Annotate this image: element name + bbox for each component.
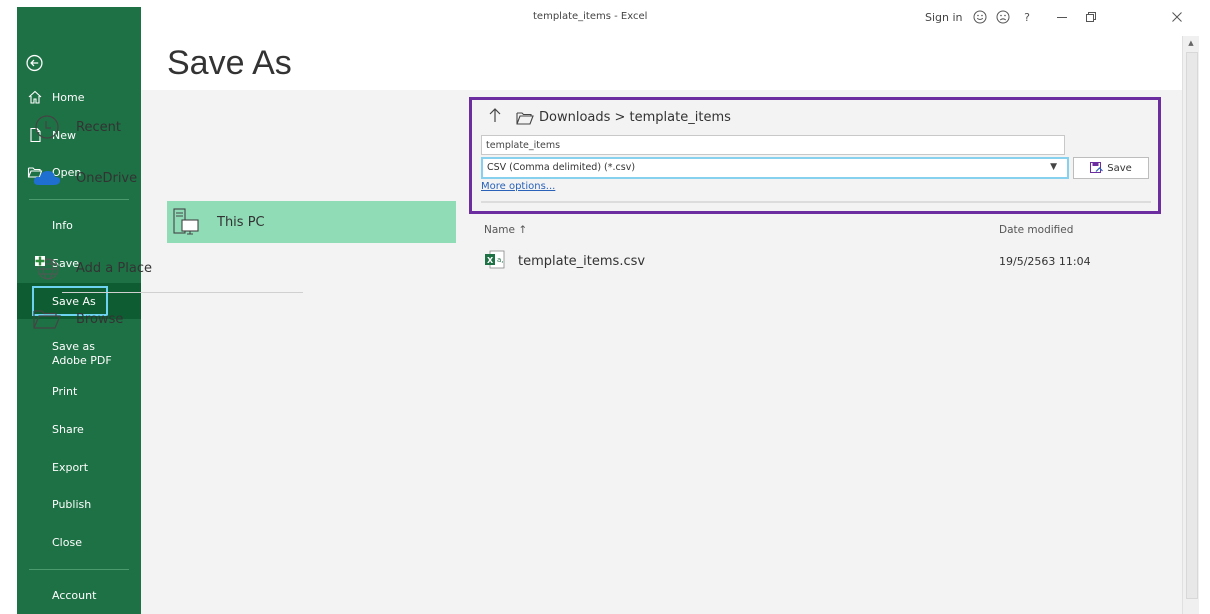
nav-item-label: Share	[52, 422, 84, 436]
scrollbar[interactable]: ▲	[1182, 36, 1199, 614]
home-icon	[28, 90, 42, 104]
save-icon	[1090, 162, 1104, 173]
filetype-select[interactable]: CSV (Comma delimited) (*.csv) ▼	[481, 157, 1069, 179]
place-add-a-place[interactable]: Add a Place	[26, 247, 317, 289]
place-onedrive[interactable]: OneDrive	[26, 157, 317, 199]
folder-icon	[516, 112, 534, 125]
clock-icon	[32, 112, 62, 142]
sign-in-link[interactable]: Sign in	[925, 11, 963, 24]
svg-text:a,: a,	[497, 256, 504, 264]
window-title: template_items - Excel	[533, 11, 648, 22]
scroll-thumb[interactable]	[1186, 52, 1198, 599]
column-header-name[interactable]: Name ↑	[484, 224, 527, 236]
nav-item-label: Print	[52, 384, 78, 398]
nav-item-label: Close	[52, 535, 82, 549]
nav-divider	[29, 569, 129, 570]
place-label: OneDrive	[76, 170, 138, 186]
place-label: This PC	[217, 214, 265, 230]
filename-input[interactable]: template_items	[481, 135, 1065, 155]
cloud-icon	[32, 163, 62, 193]
nav-divider	[29, 199, 129, 200]
smile-feedback-button[interactable]	[968, 7, 992, 27]
restore-icon	[1086, 12, 1096, 22]
smile-icon	[973, 10, 987, 24]
up-folder-button[interactable]	[488, 107, 502, 127]
title-bar: template_items - Excel Sign in ?	[141, 7, 1210, 27]
place-label: Add a Place	[76, 260, 152, 276]
nav-item-share[interactable]: Share	[17, 411, 141, 447]
place-this-pc[interactable]: This PC	[167, 201, 456, 243]
restore-button[interactable]	[1079, 7, 1103, 27]
place-browse[interactable]: Browse	[26, 298, 317, 340]
place-label: Browse	[76, 311, 124, 327]
more-options-link[interactable]: More options...	[481, 181, 555, 192]
breadcrumb[interactable]: Downloads > template_items	[539, 110, 731, 125]
scroll-up-icon[interactable]: ▲	[1183, 36, 1199, 50]
nav-item-print[interactable]: Print	[17, 373, 141, 409]
globe-plus-icon	[32, 253, 62, 283]
save-button-label: Save	[1107, 162, 1132, 174]
chevron-down-icon: ▼	[1050, 162, 1057, 172]
nav-item-label: Export	[52, 460, 89, 474]
column-header-date[interactable]: Date modified	[999, 224, 1073, 236]
minimize-button[interactable]	[1050, 7, 1074, 27]
nav-item-label: Account	[52, 588, 97, 602]
place-recent[interactable]: Recent	[26, 106, 317, 148]
save-options-box: Downloads > template_items template_item…	[469, 97, 1161, 214]
svg-text:X: X	[487, 256, 494, 265]
nav-item-label: Save as Adobe PDF	[52, 340, 112, 367]
frown-icon	[996, 10, 1010, 24]
back-button[interactable]	[17, 45, 141, 81]
computer-icon	[171, 207, 201, 237]
place-label: Recent	[76, 119, 121, 135]
nav-item-label: Publish	[52, 497, 92, 511]
back-arrow-icon	[26, 54, 43, 72]
close-icon	[1172, 12, 1182, 22]
help-button[interactable]: ?	[1015, 7, 1039, 27]
minimize-icon	[1057, 17, 1067, 18]
frown-feedback-button[interactable]	[991, 7, 1015, 27]
nav-item-info[interactable]: Info	[17, 207, 141, 243]
places-divider	[62, 292, 303, 293]
nav-item-account[interactable]: Account	[17, 577, 141, 613]
nav-item-publish[interactable]: Publish	[17, 486, 141, 522]
excel-csv-file-icon: a, X	[485, 250, 505, 269]
help-icon: ?	[1024, 10, 1030, 24]
page-title: Save As	[167, 44, 292, 82]
filetype-value: CSV (Comma delimited) (*.csv)	[487, 162, 636, 173]
file-list-item[interactable]: a, X template_items.csv 19/5/2563 11:04	[480, 247, 1170, 273]
divider	[481, 201, 1151, 203]
folder-icon	[32, 304, 62, 334]
nav-item-label: Info	[52, 218, 73, 232]
close-window-button[interactable]	[1165, 7, 1189, 27]
nav-item-close[interactable]: Close	[17, 524, 141, 560]
save-button[interactable]: Save	[1073, 157, 1149, 179]
file-date: 19/5/2563 11:04	[999, 255, 1091, 268]
nav-item-label: Home	[52, 90, 85, 104]
file-name: template_items.csv	[518, 254, 646, 269]
nav-item-export[interactable]: Export	[17, 449, 141, 485]
up-arrow-icon	[489, 108, 501, 122]
